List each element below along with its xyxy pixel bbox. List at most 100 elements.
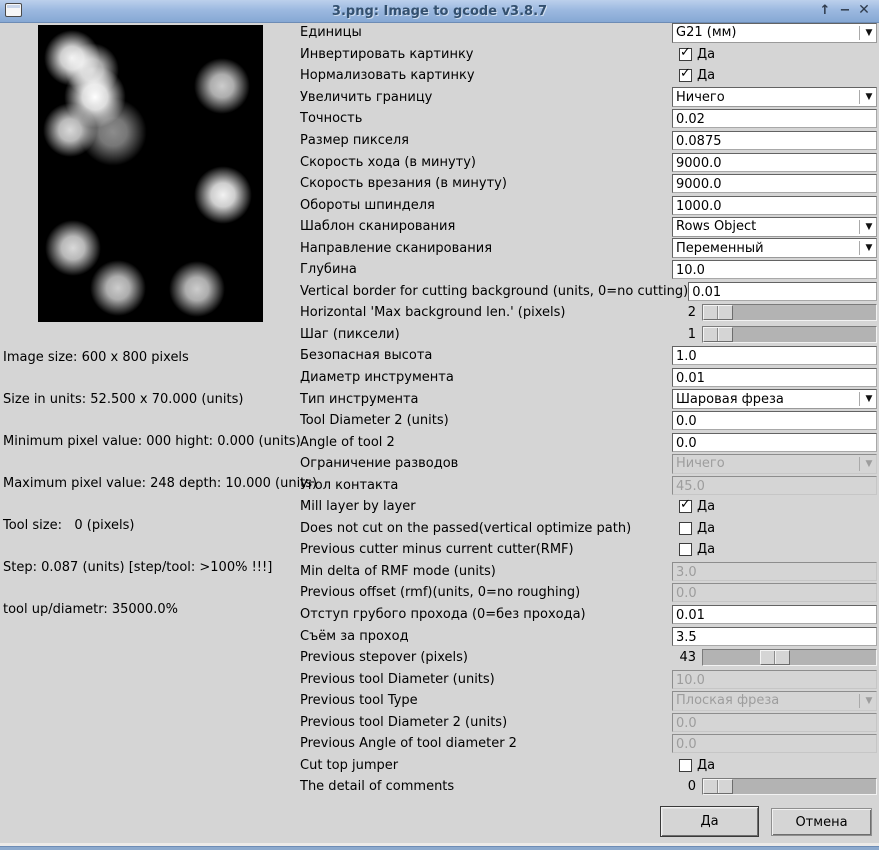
entry-field[interactable]: 10.0	[672, 260, 877, 280]
form-row: Tool Diameter 2 (units) 0.0	[300, 410, 877, 432]
combo-box[interactable]: Rows Object ▼	[672, 216, 877, 237]
slider-value: 1	[687, 326, 696, 342]
field-label: Безопасная высота	[300, 348, 433, 364]
field-label: Шаг (пиксели)	[300, 326, 400, 342]
slider-value: 2	[687, 305, 696, 321]
slider-trough[interactable]	[702, 778, 877, 796]
combo-value: Rows Object	[676, 219, 757, 235]
chevron-down-icon: ▼	[865, 458, 873, 469]
field-label: Previous offset (rmf)(units, 0=no roughi…	[300, 585, 581, 601]
form-row: Angle of tool 2 0.0	[300, 431, 877, 453]
form-row: Previous cutter minus current cutter(RMF…	[300, 539, 877, 561]
ok-button[interactable]: Да	[660, 806, 759, 837]
form-row: Точность 0.02	[300, 108, 877, 130]
combo-separator	[859, 219, 860, 234]
form-row: Horizontal 'Max background len.' (pixels…	[300, 302, 877, 324]
field-label: Нормализовать картинку	[300, 68, 475, 84]
combo-box[interactable]: Ничего ▼	[672, 87, 877, 108]
field-label: Отступ грубого прохода (0=без прохода)	[300, 607, 586, 623]
field-label: Previous cutter minus current cutter(RMF…	[300, 542, 574, 558]
info-line: Step: 0.087 (units) [step/tool: >100% !!…	[3, 560, 273, 575]
entry-field[interactable]: 0.0	[672, 432, 877, 452]
field-6: 9000.0	[672, 151, 877, 173]
slider-trough[interactable]	[702, 325, 877, 343]
titlebar[interactable]: 3.png: Image to gcode v3.8.7 ↑ − ✕	[0, 0, 879, 23]
form-row: Previous tool Type Плоская фреза ▼	[300, 690, 877, 712]
form-row: Инвертировать картинку ✓ Да	[300, 44, 877, 66]
field-25: 3.0	[672, 561, 877, 583]
preview-dot	[88, 259, 147, 318]
form-row: The detail of comments 0	[300, 776, 877, 798]
field-label: Ограничение разводов	[300, 456, 459, 472]
slider-value: 43	[679, 650, 696, 666]
field-29: 43	[672, 647, 877, 669]
checkbox[interactable]	[679, 758, 692, 772]
form-row: Тип инструмента Шаровая фреза ▼	[300, 388, 877, 410]
field-label: Angle of tool 2	[300, 434, 395, 450]
field-label: Точность	[300, 111, 363, 127]
cancel-button[interactable]: Отмена	[771, 808, 872, 836]
combo-box[interactable]: Переменный ▼	[672, 238, 877, 259]
form-row: Скорость хода (в минуту) 9000.0	[300, 151, 877, 173]
field-15: 1.0	[672, 345, 877, 367]
field-label: The detail of comments	[300, 779, 455, 795]
checkbox-label: Да	[697, 520, 716, 536]
entry-field[interactable]: 3.5	[672, 626, 877, 646]
field-11: 10.0	[672, 259, 877, 281]
slider-thumb[interactable]	[760, 650, 791, 666]
combo-value: Ничего	[676, 456, 725, 472]
slider-trough[interactable]	[702, 649, 877, 667]
form-row: Направление сканирования Переменный ▼	[300, 237, 877, 259]
entry-field[interactable]: 0.01	[688, 281, 877, 301]
form-row: Увеличить границу Ничего ▼	[300, 87, 877, 109]
field-label: Min delta of RMF mode (units)	[300, 563, 496, 579]
form-row: Previous Angle of tool diameter 2 0.0	[300, 733, 877, 755]
info-line: Tool size: 0 (pixels)	[3, 518, 135, 533]
entry-field[interactable]: 9000.0	[672, 174, 877, 194]
entry-field[interactable]: 0.0875	[672, 131, 877, 150]
field-label: Глубина	[300, 262, 357, 278]
form-row: Does not cut on the passed(vertical opti…	[300, 518, 877, 540]
slider-thumb[interactable]	[703, 326, 733, 342]
minimize-icon[interactable]: −	[835, 0, 855, 21]
chevron-down-icon: ▼	[865, 221, 873, 232]
entry-field[interactable]: 1000.0	[672, 195, 877, 215]
field-label: Mill layer by layer	[300, 499, 416, 515]
slider-thumb[interactable]	[703, 305, 733, 321]
combo-box[interactable]: Шаровая фреза ▼	[672, 389, 877, 410]
field-label: Направление сканирования	[300, 240, 493, 256]
combo-value: Плоская фреза	[676, 693, 780, 709]
entry-field[interactable]: 0.02	[672, 109, 877, 129]
form-row: Mill layer by layer ✓ Да	[300, 496, 877, 518]
field-13: 2	[672, 302, 877, 324]
combo-box: Плоская фреза ▼	[672, 690, 877, 711]
entry-field[interactable]: 9000.0	[672, 152, 877, 172]
checkbox[interactable]: ✓	[679, 66, 692, 83]
combo-box[interactable]: G21 (мм) ▼	[672, 22, 877, 43]
field-17: Шаровая фреза ▼	[672, 388, 877, 410]
form-row: Previous tool Diameter 2 (units) 0.0	[300, 712, 877, 734]
checkbox[interactable]: ✓	[679, 45, 692, 61]
checkbox[interactable]: ✓	[679, 497, 692, 514]
close-icon[interactable]: ✕	[854, 0, 874, 21]
combo-separator	[859, 25, 860, 40]
slider-thumb[interactable]	[703, 779, 733, 795]
entry-field[interactable]: 0.0	[672, 411, 877, 431]
chevron-down-icon: ▼	[865, 243, 873, 254]
checkbox-label: Да	[697, 542, 716, 558]
chevron-down-icon: ▼	[865, 92, 873, 103]
entry-field[interactable]: 0.01	[672, 368, 877, 388]
window-title: 3.png: Image to gcode v3.8.7	[331, 3, 548, 19]
slider-trough[interactable]	[702, 304, 877, 322]
preview-dot	[192, 56, 251, 115]
checkbox[interactable]	[679, 543, 692, 557]
combo-value: G21 (мм)	[676, 25, 737, 41]
info-line: Size in units: 52.500 x 70.000 (units)	[3, 392, 244, 407]
field-label: Horizontal 'Max background len.' (pixels…	[300, 305, 566, 321]
checkbox[interactable]	[679, 521, 692, 535]
entry-field[interactable]: 0.01	[672, 605, 877, 625]
entry-field[interactable]: 1.0	[672, 346, 877, 366]
field-22: ✓ Да	[672, 496, 877, 518]
form-row: Скорость врезания (в минуту) 9000.0	[300, 173, 877, 195]
maximize-icon[interactable]: ↑	[815, 0, 835, 21]
